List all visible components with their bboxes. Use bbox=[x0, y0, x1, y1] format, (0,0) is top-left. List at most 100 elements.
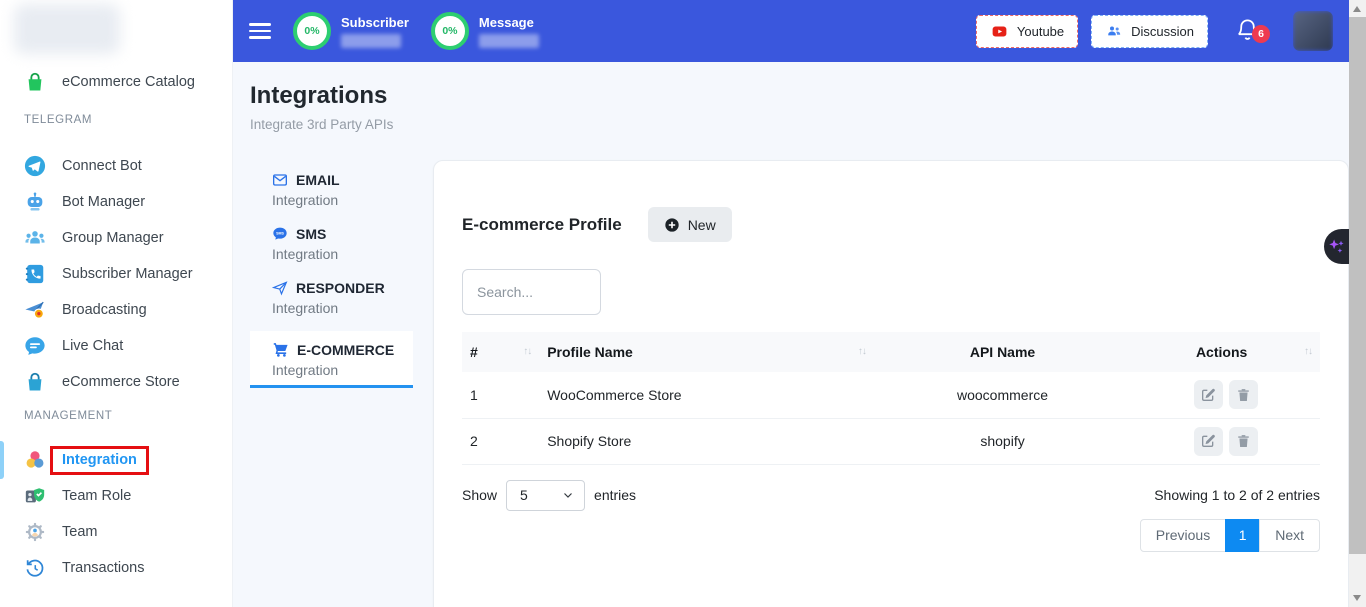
delete-button[interactable] bbox=[1229, 427, 1258, 456]
new-button-label: New bbox=[688, 217, 716, 233]
discussion-button[interactable]: Discussion bbox=[1091, 15, 1208, 48]
subscriber-progress-ring: 0% bbox=[293, 12, 331, 50]
sidebar-item-ecommerce-catalog[interactable]: eCommerce Catalog bbox=[0, 60, 232, 104]
youtube-button[interactable]: Youtube bbox=[976, 15, 1078, 48]
vertical-scrollbar bbox=[1349, 0, 1366, 607]
tab-email-integration[interactable]: EMAIL Integration bbox=[250, 169, 413, 208]
notifications-button[interactable]: 6 bbox=[1235, 16, 1263, 46]
sort-icon: ↑↓ bbox=[523, 346, 531, 357]
top-navbar: 0% Subscriber 0% Message Youtube bbox=[233, 0, 1366, 62]
column-header-api-name[interactable]: API Name bbox=[874, 332, 1131, 372]
role-badge-shield-icon bbox=[24, 485, 46, 507]
main-content: Integrations Integrate 3rd Party APIs EM… bbox=[233, 62, 1366, 607]
column-header-index[interactable]: # ↑↓ bbox=[462, 332, 539, 372]
sidebar-item-label: Team Role bbox=[62, 488, 131, 504]
column-label: API Name bbox=[970, 344, 1035, 360]
shopping-bag-blue-icon bbox=[24, 371, 46, 393]
page-size-value: 5 bbox=[520, 487, 528, 503]
sidebar-item-live-chat[interactable]: Live Chat bbox=[0, 328, 232, 364]
sidebar-item-integration[interactable]: Integration bbox=[0, 442, 232, 478]
column-header-profile-name[interactable]: Profile Name ↑↓ bbox=[539, 332, 874, 372]
page-size-select[interactable]: 5 bbox=[506, 480, 585, 511]
profile-name-cell: WooCommerce Store bbox=[539, 372, 874, 418]
row-index-cell: 2 bbox=[462, 418, 539, 464]
sidebar-item-broadcasting[interactable]: Broadcasting bbox=[0, 292, 232, 328]
table-header-row: # ↑↓ Profile Name ↑↓ API Name bbox=[462, 332, 1320, 372]
sidebar-item-connect-bot[interactable]: Connect Bot bbox=[0, 148, 232, 184]
sidebar-item-label: Live Chat bbox=[62, 338, 123, 354]
tab-sms-integration[interactable]: SMS SMS Integration bbox=[250, 223, 413, 262]
ecommerce-profile-card: E-commerce Profile New # bbox=[433, 160, 1349, 607]
message-stat: 0% Message bbox=[431, 12, 539, 50]
column-header-actions[interactable]: Actions ↑↓ bbox=[1131, 332, 1320, 372]
tab-ecommerce-integration[interactable]: E-COMMERCE Integration bbox=[250, 331, 413, 388]
profile-name-cell: Shopify Store bbox=[539, 418, 874, 464]
sidebar-item-team[interactable]: Team bbox=[0, 514, 232, 550]
user-avatar[interactable] bbox=[1293, 11, 1333, 51]
previous-page-button[interactable]: Previous bbox=[1140, 519, 1226, 552]
shopping-bag-green-icon bbox=[24, 71, 46, 93]
message-progress-ring: 0% bbox=[431, 12, 469, 50]
tab-label: E-COMMERCE bbox=[297, 342, 394, 358]
sidebar-item-ecommerce-store[interactable]: eCommerce Store bbox=[0, 364, 232, 400]
panel-title: E-commerce Profile bbox=[462, 215, 622, 235]
sidebar-item-bot-manager[interactable]: Bot Manager bbox=[0, 184, 232, 220]
sidebar-section-management: MANAGEMENT bbox=[0, 400, 232, 432]
tab-sublabel: Integration bbox=[272, 362, 413, 378]
hamburger-menu-icon[interactable] bbox=[249, 19, 271, 43]
sidebar-item-label: Subscriber Manager bbox=[62, 266, 193, 282]
broadcast-plane-icon bbox=[24, 299, 46, 321]
subscriber-stat-value-blurred bbox=[341, 34, 401, 48]
sidebar-item-group-manager[interactable]: Group Manager bbox=[0, 220, 232, 256]
shopping-cart-icon bbox=[272, 341, 289, 358]
tab-sublabel: Integration bbox=[272, 300, 413, 316]
sort-icon: ↑↓ bbox=[1304, 346, 1312, 357]
next-page-button[interactable]: Next bbox=[1259, 519, 1320, 552]
chevron-down-icon bbox=[562, 489, 574, 501]
search-input[interactable] bbox=[462, 269, 601, 315]
sidebar-item-label: Bot Manager bbox=[62, 194, 145, 210]
tab-sublabel: Integration bbox=[272, 246, 413, 262]
page-title: Integrations bbox=[250, 82, 1366, 110]
column-label: Actions bbox=[1196, 344, 1247, 360]
tab-responder-integration[interactable]: RESPONDER Integration bbox=[250, 277, 413, 316]
sidebar-management-list: Integration Team Role Team Transaction bbox=[0, 432, 232, 586]
edit-button[interactable] bbox=[1194, 380, 1223, 409]
api-name-cell: shopify bbox=[874, 418, 1131, 464]
discussion-users-icon bbox=[1105, 23, 1123, 39]
active-item-indicator bbox=[0, 441, 4, 479]
scrollbar-thumb[interactable] bbox=[1349, 17, 1366, 554]
sms-bubble-icon: SMS bbox=[272, 226, 288, 242]
sidebar-item-label: Integration bbox=[62, 452, 137, 468]
scrollbar-down-arrow[interactable] bbox=[1353, 595, 1361, 601]
email-envelope-icon bbox=[272, 172, 288, 188]
sidebar-section-telegram: TELEGRAM bbox=[0, 104, 232, 136]
youtube-button-label: Youtube bbox=[1017, 24, 1064, 39]
sidebar-item-label: Group Manager bbox=[62, 230, 164, 246]
delete-button[interactable] bbox=[1229, 380, 1258, 409]
show-label: Show bbox=[462, 487, 497, 503]
entries-label: entries bbox=[594, 487, 636, 503]
sort-icon: ↑↓ bbox=[858, 346, 866, 357]
page-subtitle: Integrate 3rd Party APIs bbox=[250, 117, 1366, 132]
table-row: 2 Shopify Store shopify bbox=[462, 418, 1320, 464]
edit-button[interactable] bbox=[1194, 427, 1223, 456]
sidebar-item-transactions[interactable]: Transactions bbox=[0, 550, 232, 586]
page-1-button[interactable]: 1 bbox=[1225, 519, 1260, 552]
new-profile-button[interactable]: New bbox=[648, 207, 732, 242]
sidebar-item-subscriber-manager[interactable]: Subscriber Manager bbox=[0, 256, 232, 292]
scrollbar-up-arrow[interactable] bbox=[1353, 6, 1361, 12]
tab-sublabel: Integration bbox=[272, 192, 413, 208]
app-window: eCommerce Catalog TELEGRAM Connect Bot B… bbox=[0, 0, 1366, 607]
youtube-icon bbox=[990, 24, 1009, 39]
telegram-plane-icon bbox=[24, 155, 46, 177]
notification-count-badge: 6 bbox=[1252, 25, 1270, 43]
integration-subnav: EMAIL Integration SMS SMS Integration bbox=[250, 169, 413, 388]
sidebar-telegram-list: Connect Bot Bot Manager Group Manager Su… bbox=[0, 136, 232, 400]
sidebar-item-label: eCommerce Store bbox=[62, 374, 180, 390]
profiles-table: # ↑↓ Profile Name ↑↓ API Name bbox=[462, 332, 1320, 465]
row-index-cell: 1 bbox=[462, 372, 539, 418]
chat-bubble-icon bbox=[24, 335, 46, 357]
sidebar-item-team-role[interactable]: Team Role bbox=[0, 478, 232, 514]
plus-circle-icon bbox=[664, 217, 680, 233]
